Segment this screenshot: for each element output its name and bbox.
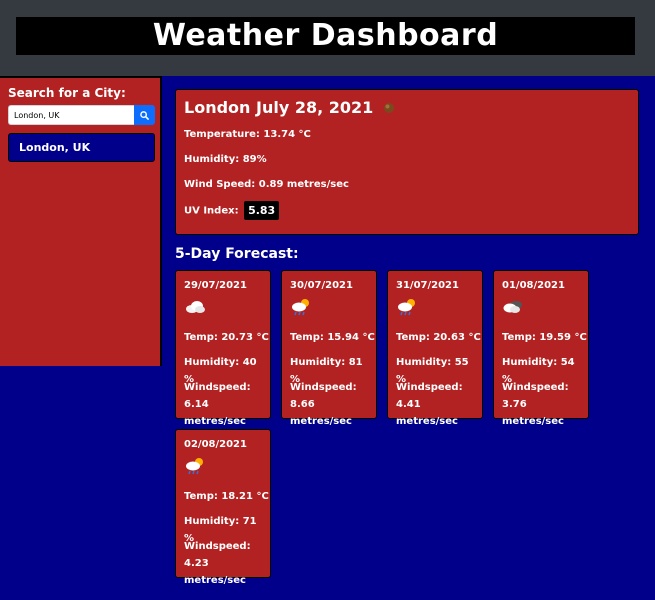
broken-clouds-icon	[503, 301, 522, 313]
search-sidebar: Search for a City: London, UK	[0, 76, 162, 366]
forecast-date: 31/07/2021	[396, 280, 459, 291]
forecast-windspeed: Windspeed: 8.66 metres/sec	[290, 382, 357, 427]
forecast-windspeed: Windspeed: 6.14 metres/sec	[184, 382, 251, 427]
forecast-card: 01/08/2021 Temp: 19.59 °C Humidity: 54 %…	[493, 270, 589, 427]
forecast-windspeed: Windspeed: 4.23 metres/sec	[184, 541, 251, 586]
sun-rain-cloud-icon	[398, 299, 415, 316]
current-title-text: London July 28, 2021	[184, 98, 374, 117]
cloud-icon	[186, 301, 205, 313]
search-icon	[140, 110, 149, 120]
forecast-temp: Temp: 20.63 °C	[396, 332, 481, 343]
forecast-temp: Temp: 15.94 °C	[290, 332, 375, 343]
forecast-temp: Temp: 20.73 °C	[184, 332, 269, 343]
current-humidity: Humidity: 89%	[184, 154, 267, 165]
forecast-date: 29/07/2021	[184, 280, 247, 291]
history-item-london[interactable]: London, UK	[8, 133, 155, 162]
page-header: Weather Dashboard	[0, 0, 655, 76]
current-city-date: London July 28, 2021	[184, 98, 396, 117]
current-temperature: Temperature: 13.74 °C	[184, 129, 311, 140]
page-title: Weather Dashboard	[16, 17, 635, 55]
forecast-temp: Temp: 18.21 °C	[184, 491, 269, 502]
forecast-card: 02/08/2021 Temp: 18.21 °C Humidity: 71 %…	[175, 429, 271, 586]
sun-rain-cloud-icon	[186, 458, 203, 475]
current-wind-speed: Wind Speed: 0.89 metres/sec	[184, 179, 349, 190]
rain-icon	[384, 102, 395, 113]
forecast-temp: Temp: 19.59 °C	[502, 332, 587, 343]
forecast-windspeed: Windspeed: 3.76 metres/sec	[502, 382, 569, 427]
forecast-card: 31/07/2021 Temp: 20.63 °C Humidity: 55 %…	[387, 270, 483, 427]
search-input[interactable]	[8, 105, 134, 125]
current-weather-card: London July 28, 2021 Temperature: 13.74 …	[175, 89, 639, 235]
search-label: Search for a City:	[8, 86, 126, 100]
uv-index-badge: 5.83	[244, 201, 280, 220]
uv-label: UV Index:	[184, 205, 239, 217]
forecast-date: 02/08/2021	[184, 439, 247, 450]
forecast-heading: 5-Day Forecast:	[175, 246, 299, 262]
search-form	[8, 105, 155, 125]
forecast-date: 01/08/2021	[502, 280, 565, 291]
forecast-card: 29/07/2021 Temp: 20.73 °C Humidity: 40 %…	[175, 270, 271, 427]
search-button[interactable]	[134, 105, 155, 125]
forecast-date: 30/07/2021	[290, 280, 353, 291]
forecast-windspeed: Windspeed: 4.41 metres/sec	[396, 382, 463, 427]
forecast-card: 30/07/2021 Temp: 15.94 °C Humidity: 81 %…	[281, 270, 377, 427]
sun-rain-cloud-icon	[292, 299, 309, 316]
current-uv-row: UV Index: 5.83	[184, 201, 280, 220]
